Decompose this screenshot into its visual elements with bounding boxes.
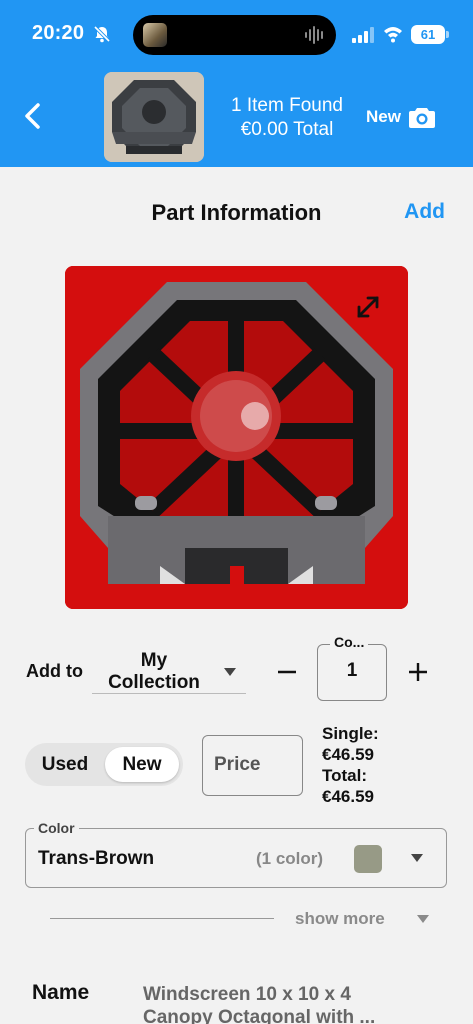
- dynamic-island: [133, 15, 336, 55]
- collection-value: My Collection: [92, 650, 216, 694]
- caret-down-icon: [224, 668, 236, 676]
- condition-toggle: Used New: [25, 743, 183, 786]
- increment-button[interactable]: [406, 660, 430, 684]
- new-scan-button[interactable]: New: [366, 102, 435, 132]
- name-line-1: Windscreen 10 x 10 x 4: [143, 984, 351, 1005]
- condition-used-option[interactable]: Used: [25, 743, 105, 786]
- collection-line-2: Collection: [108, 672, 200, 693]
- name-line-2: Canopy Octagonal with ...: [143, 1007, 376, 1024]
- collection-dropdown[interactable]: My Collection: [92, 648, 246, 694]
- color-label: Color: [34, 820, 79, 836]
- color-count: (1 color): [256, 849, 324, 868]
- bell-slash-icon: [93, 25, 111, 43]
- status-time: 20:20: [32, 22, 85, 44]
- page-title: Part Information: [151, 200, 322, 225]
- collection-line-1: My: [140, 650, 168, 671]
- wifi-icon: [384, 27, 402, 43]
- total-label: Total:: [322, 766, 368, 785]
- new-scan-label: New: [366, 107, 401, 126]
- items-found-text: 1 Item Found: [231, 95, 343, 116]
- audio-wave-icon: [305, 26, 323, 44]
- app-header: 20:20 61 1 Item Found €0.00 Total New: [0, 0, 473, 167]
- camera-icon: [408, 108, 435, 128]
- add-button[interactable]: Add: [404, 200, 445, 224]
- signal-icon: [352, 27, 374, 43]
- show-more-button[interactable]: show more: [295, 909, 385, 929]
- total-value: €46.59: [322, 787, 374, 806]
- color-swatch: [354, 845, 382, 873]
- add-to-label: Add to: [26, 661, 83, 681]
- battery-icon: 61: [411, 25, 449, 44]
- condition-new-option[interactable]: New: [105, 747, 179, 782]
- name-label: Name: [32, 981, 90, 1004]
- expand-icon[interactable]: [354, 293, 382, 321]
- quantity-value[interactable]: 1: [317, 660, 387, 682]
- caret-down-icon[interactable]: [417, 915, 429, 923]
- decrement-button[interactable]: [275, 660, 299, 684]
- name-value: Windscreen 10 x 10 x 4 Canopy Octagonal …: [143, 983, 443, 1024]
- color-value: Trans-Brown: [38, 848, 155, 869]
- price-summary: Single: €46.59 Total: €46.59: [322, 723, 379, 807]
- total-text: €0.00 Total: [240, 119, 334, 140]
- back-chevron-icon[interactable]: [20, 100, 46, 132]
- single-value: €46.59: [322, 745, 374, 764]
- results-summary: 1 Item Found €0.00 Total: [216, 94, 358, 142]
- price-placeholder: Price: [214, 754, 261, 775]
- single-label: Single:: [322, 724, 379, 743]
- part-thumbnail: [104, 72, 204, 162]
- caret-down-icon[interactable]: [411, 854, 423, 862]
- divider: [50, 918, 274, 919]
- quantity-label: Co...: [330, 634, 369, 650]
- island-thumbnail: [143, 23, 167, 47]
